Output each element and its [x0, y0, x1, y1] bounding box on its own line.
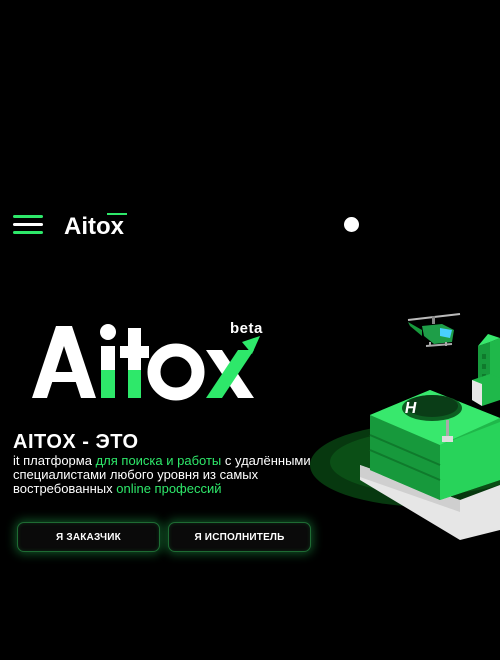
- desc-highlight: для поиска и работы: [95, 453, 222, 468]
- menu-line: [13, 223, 43, 226]
- header-logo-text: Aitox: [64, 213, 125, 240]
- menu-line: [13, 215, 43, 218]
- client-button[interactable]: Я ЗАКАЗЧИК: [17, 522, 160, 552]
- hamburger-menu-icon[interactable]: [13, 215, 43, 235]
- aitox-logo-icon: Aitox: [64, 213, 127, 240]
- freelancer-button[interactable]: Я ИСПОЛНИТЕЛЬ: [168, 522, 311, 552]
- desc-highlight: online профессий: [116, 481, 222, 496]
- menu-line: [13, 231, 43, 234]
- header-logo[interactable]: Aitox: [64, 208, 130, 240]
- hero-description: it платформа для поиска и работы с удалё…: [13, 454, 318, 496]
- dot-icon[interactable]: [344, 217, 359, 232]
- helipad-city-icon: H: [310, 313, 500, 540]
- hero-title: AITOX - ЭТО: [13, 431, 139, 453]
- desc-text: it платформа: [13, 453, 96, 468]
- page: Aitox beta AITOX - ЭТО it платформа для …: [0, 0, 500, 660]
- beta-badge: beta: [230, 320, 263, 337]
- isometric-city-helipad-illustration: H: [300, 300, 500, 560]
